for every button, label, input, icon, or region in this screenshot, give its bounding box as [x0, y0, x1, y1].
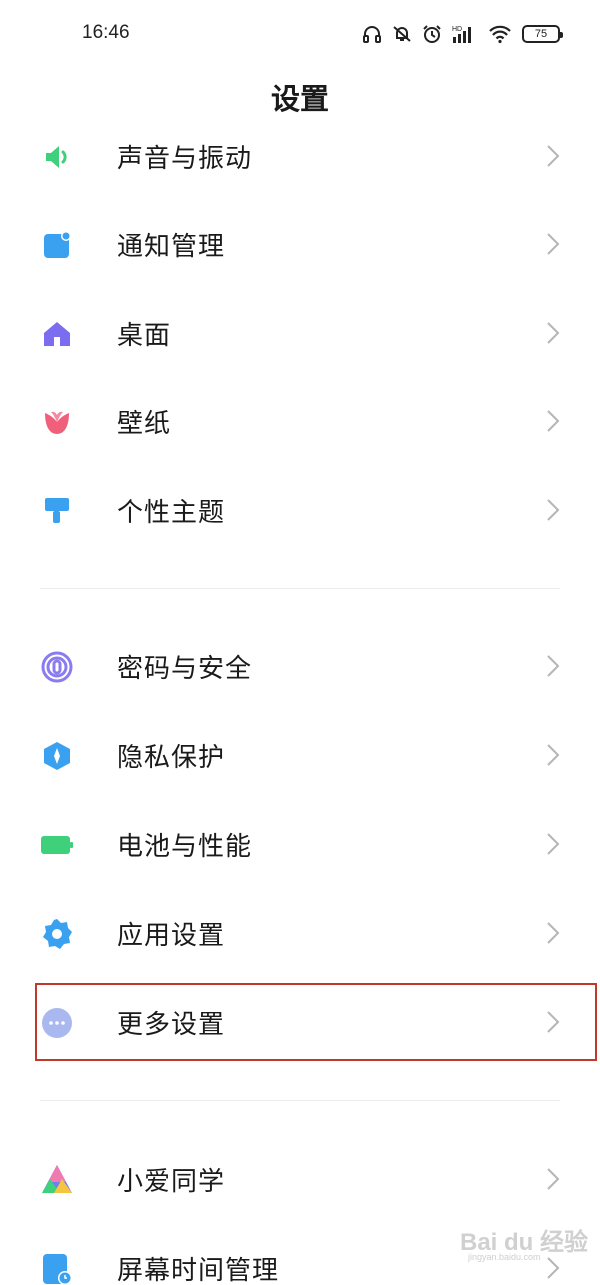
settings-item-label: 屏幕时间管理 — [117, 1256, 280, 1285]
settings-item-label: 隐私保护 — [117, 743, 226, 773]
wifi-icon — [488, 24, 512, 44]
settings-item-label: 声音与振动 — [117, 144, 253, 174]
privacy-shield-icon — [40, 739, 74, 773]
chevron-right-icon — [546, 921, 560, 945]
settings-item-xiaoai[interactable]: 小爱同学 — [0, 1135, 600, 1223]
bell-muted-icon — [392, 24, 412, 44]
settings-item-label: 通知管理 — [117, 232, 226, 262]
chevron-right-icon — [546, 832, 560, 856]
battery-icon: 75 — [522, 25, 563, 43]
settings-item-label: 小爱同学 — [117, 1167, 226, 1197]
chevron-right-icon — [546, 743, 560, 767]
hd-signal-icon: HD — [452, 24, 478, 44]
battery-performance-icon — [40, 828, 74, 862]
settings-item-app-settings[interactable]: 应用设置 — [0, 889, 600, 977]
settings-item-label: 壁纸 — [117, 409, 172, 439]
fingerprint-icon — [40, 650, 74, 684]
settings-item-label: 电池与性能 — [117, 832, 253, 862]
chevron-right-icon — [546, 654, 560, 678]
alarm-icon — [422, 24, 442, 44]
status-bar: 16:46 HD 75 — [0, 0, 600, 66]
notification-icon — [40, 228, 74, 262]
settings-item-notifications[interactable]: 通知管理 — [0, 200, 600, 288]
status-icons: HD 75 — [362, 20, 563, 48]
settings-item-label: 应用设置 — [117, 921, 226, 951]
brush-icon — [40, 494, 74, 528]
chevron-right-icon — [546, 1256, 560, 1280]
settings-item-wallpaper[interactable]: 壁纸 — [0, 377, 600, 465]
screen-time-icon — [40, 1252, 74, 1285]
chevron-right-icon — [546, 409, 560, 433]
battery-level: 75 — [534, 28, 548, 40]
baidu-watermark: Bai du 经验 jingyan.baidu.com — [460, 1222, 588, 1262]
highlight-box — [35, 983, 597, 1061]
chevron-right-icon — [546, 321, 560, 345]
settings-item-password-security[interactable]: 密码与安全 — [0, 622, 600, 710]
settings-item-label: 桌面 — [117, 321, 172, 351]
watermark-url: jingyan.baidu.com — [468, 1252, 541, 1262]
speaker-icon — [40, 140, 74, 174]
chevron-right-icon — [546, 1167, 560, 1191]
xiaoai-icon — [40, 1163, 74, 1197]
section-divider — [40, 588, 560, 589]
chevron-right-icon — [546, 144, 560, 168]
gear-icon — [40, 917, 74, 951]
settings-item-label: 密码与安全 — [117, 654, 253, 684]
section-divider — [40, 1100, 560, 1101]
svg-text:HD: HD — [452, 26, 462, 33]
settings-item-privacy[interactable]: 隐私保护 — [0, 711, 600, 799]
status-time: 16:46 — [82, 22, 130, 43]
tulip-icon — [40, 405, 74, 439]
settings-item-desktop[interactable]: 桌面 — [0, 289, 600, 377]
chevron-right-icon — [546, 232, 560, 256]
settings-item-battery-performance[interactable]: 电池与性能 — [0, 800, 600, 888]
settings-item-label: 个性主题 — [117, 498, 226, 528]
settings-item-themes[interactable]: 个性主题 — [0, 466, 600, 554]
settings-item-sound[interactable]: 声音与振动 — [0, 112, 600, 200]
chevron-right-icon — [546, 498, 560, 522]
headphones-icon — [362, 24, 382, 44]
home-icon — [40, 317, 74, 351]
